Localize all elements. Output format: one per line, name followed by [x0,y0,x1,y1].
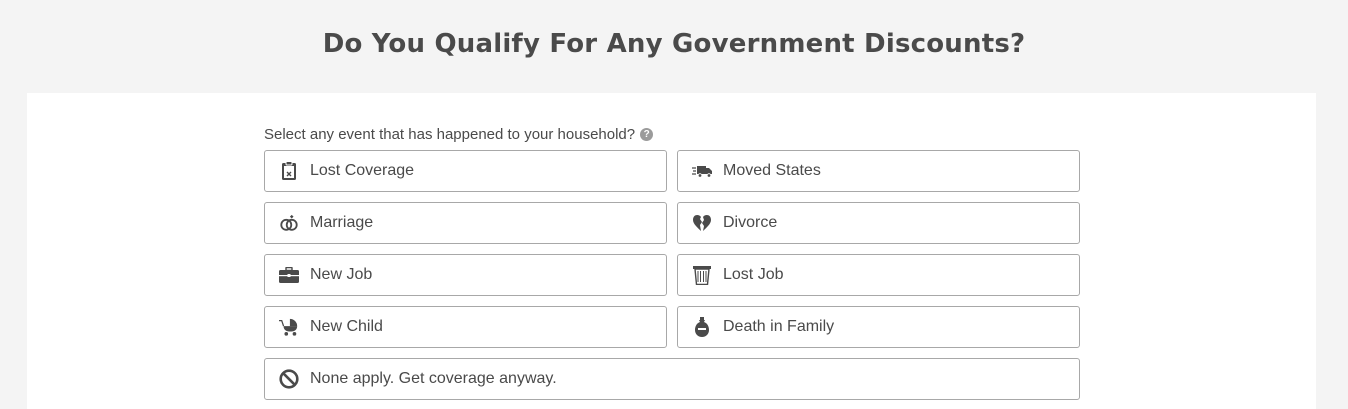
option-death-in-family[interactable]: Death in Family [677,306,1080,348]
urn-icon [692,317,712,337]
option-label: Death in Family [723,318,835,335]
option-divorce[interactable]: Divorce [677,202,1080,244]
option-lost-coverage[interactable]: Lost Coverage [264,150,667,192]
broken-heart-icon [692,213,712,233]
option-marriage[interactable]: Marriage [264,202,667,244]
option-none-apply[interactable]: None apply. Get coverage anyway. [264,358,1080,400]
clipboard-x-icon [279,161,299,181]
rings-icon [279,213,299,233]
option-label: Lost Job [723,266,784,283]
help-icon[interactable]: ? [640,128,654,141]
prohibited-icon [279,369,299,389]
option-new-child[interactable]: New Child [264,306,667,348]
moving-truck-icon [692,161,712,181]
option-label: New Child [310,318,383,335]
page-title: Do You Qualify For Any Government Discou… [322,29,1026,59]
option-label: New Job [310,266,373,283]
option-label: None apply. Get coverage anyway. [310,370,557,387]
question-prompt: Select any event that has happened to yo… [264,126,654,143]
option-lost-job[interactable]: Lost Job [677,254,1080,296]
briefcase-icon [279,265,299,285]
option-new-job[interactable]: New Job [264,254,667,296]
option-moved-states[interactable]: Moved States [677,150,1080,192]
option-label: Marriage [310,214,374,231]
option-label: Moved States [723,162,821,179]
option-label: Lost Coverage [310,162,415,179]
option-label: Divorce [723,214,778,231]
trash-bin-icon [692,265,712,285]
question-text: Select any event that has happened to yo… [264,126,636,143]
baby-stroller-icon [279,317,299,337]
